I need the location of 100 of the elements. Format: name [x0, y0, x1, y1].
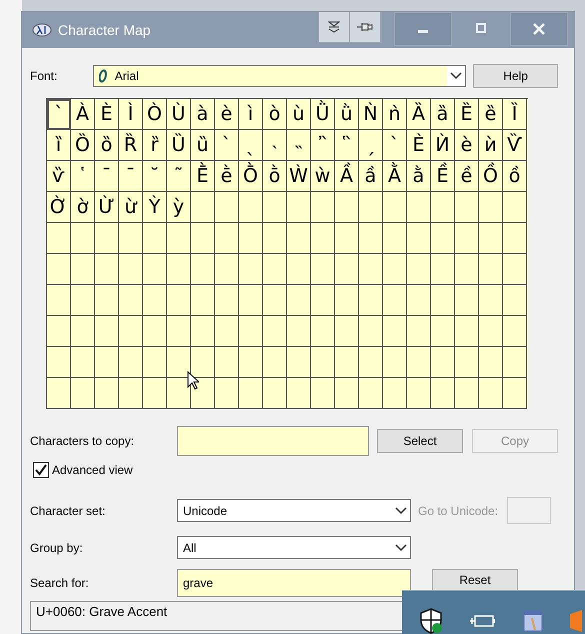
empty-cell[interactable] [143, 378, 167, 409]
empty-cell[interactable] [503, 316, 527, 347]
empty-cell[interactable] [239, 254, 263, 285]
empty-cell[interactable] [263, 285, 287, 316]
empty-cell[interactable] [47, 378, 71, 409]
empty-cell[interactable] [407, 347, 431, 378]
empty-cell[interactable] [431, 285, 455, 316]
character-cell[interactable]: Ằ [383, 161, 407, 192]
empty-cell[interactable] [359, 285, 383, 316]
empty-cell[interactable] [383, 316, 407, 347]
character-cell[interactable]: Ờ [47, 192, 71, 223]
character-cell[interactable]: ѷ [47, 161, 71, 192]
character-cell[interactable]: ȑ [143, 130, 167, 161]
empty-cell[interactable] [167, 223, 191, 254]
pin-button[interactable] [350, 12, 381, 42]
empty-cell[interactable] [215, 223, 239, 254]
character-cell[interactable]: à [191, 99, 215, 130]
empty-cell[interactable] [311, 223, 335, 254]
empty-cell[interactable] [263, 316, 287, 347]
empty-cell[interactable] [479, 254, 503, 285]
empty-cell[interactable] [263, 254, 287, 285]
character-cell[interactable]: Ȕ [167, 130, 191, 161]
empty-cell[interactable] [263, 192, 287, 223]
empty-cell[interactable] [407, 285, 431, 316]
empty-cell[interactable] [479, 223, 503, 254]
help-button[interactable]: Help [473, 64, 558, 88]
empty-cell[interactable] [119, 378, 143, 409]
empty-cell[interactable] [119, 285, 143, 316]
empty-cell[interactable] [335, 378, 359, 409]
group-by-dropdown[interactable]: All [177, 536, 411, 559]
empty-cell[interactable] [119, 347, 143, 378]
empty-cell[interactable] [311, 316, 335, 347]
character-cell[interactable]: Ề [431, 161, 455, 192]
character-cell[interactable]: ằ [407, 161, 431, 192]
empty-cell[interactable] [71, 347, 95, 378]
empty-cell[interactable] [215, 192, 239, 223]
close-button[interactable] [510, 12, 568, 46]
empty-cell[interactable] [503, 378, 527, 409]
empty-cell[interactable] [359, 378, 383, 409]
empty-cell[interactable] [71, 316, 95, 347]
empty-cell[interactable] [47, 254, 71, 285]
advanced-view-checkbox[interactable] [33, 462, 49, 478]
caret-icon[interactable] [395, 544, 407, 552]
empty-cell[interactable] [383, 192, 407, 223]
empty-cell[interactable] [383, 378, 407, 409]
empty-cell[interactable] [359, 316, 383, 347]
empty-cell[interactable] [455, 192, 479, 223]
character-cell[interactable]: Ѐ [407, 130, 431, 161]
empty-cell[interactable] [479, 347, 503, 378]
empty-cell[interactable] [383, 347, 407, 378]
character-cell[interactable]: ồ [503, 161, 527, 192]
character-grid[interactable]: ` À È Ì Ò Ù à è ì ò ù Ǜ ǜ Ǹ ǹ Ȁ ȁ Ȅ ȅ Ȉ ȉ Ȍ ȍ Ȑ ȑ Ȕ ȕ ˋ ˎ ˴ ˵ ῍ ῝ ˏ ` Ѐ Ѝ ѐ ѝ Ѷ ѷ ῾ ˉ ¯ ˘ ˜ Ḕ ḕ Ṑ ṑ Ẁ ẁ Ầ ầ Ằ ằ Ề ề Ồ ồ Ờ ờ Ừ ừ Ỳ ỳ [46, 98, 528, 409]
empty-cell[interactable] [287, 316, 311, 347]
empty-cell[interactable] [95, 254, 119, 285]
empty-cell[interactable] [407, 192, 431, 223]
empty-cell[interactable] [167, 316, 191, 347]
empty-cell[interactable] [455, 223, 479, 254]
empty-cell[interactable] [455, 347, 479, 378]
empty-cell[interactable] [431, 223, 455, 254]
empty-cell[interactable] [239, 223, 263, 254]
empty-cell[interactable] [239, 378, 263, 409]
character-cell[interactable]: ǜ [335, 99, 359, 130]
character-cell[interactable]: À [71, 99, 95, 130]
empty-cell[interactable] [311, 192, 335, 223]
empty-cell[interactable] [311, 347, 335, 378]
window-icon[interactable] [523, 610, 543, 632]
collapse-button[interactable] [319, 12, 350, 42]
empty-cell[interactable] [311, 378, 335, 409]
character-cell[interactable]: ȍ [95, 130, 119, 161]
empty-cell[interactable] [95, 223, 119, 254]
empty-cell[interactable] [191, 254, 215, 285]
empty-cell[interactable] [335, 316, 359, 347]
character-cell[interactable]: ì [239, 99, 263, 130]
empty-cell[interactable] [47, 316, 71, 347]
empty-cell[interactable] [215, 347, 239, 378]
character-set-dropdown[interactable]: Unicode [177, 499, 411, 522]
empty-cell[interactable] [335, 192, 359, 223]
empty-cell[interactable] [503, 285, 527, 316]
character-cell[interactable]: ˋ [215, 130, 239, 161]
empty-cell[interactable] [335, 285, 359, 316]
empty-cell[interactable] [215, 378, 239, 409]
character-cell[interactable]: Ồ [479, 161, 503, 192]
character-cell[interactable]: Ầ [335, 161, 359, 192]
characters-to-copy-field[interactable] [177, 426, 369, 456]
character-cell[interactable]: ǹ [383, 99, 407, 130]
empty-cell[interactable] [503, 192, 527, 223]
character-cell[interactable]: ῾ [71, 161, 95, 192]
character-cell[interactable]: Ǹ [359, 99, 383, 130]
empty-cell[interactable] [215, 254, 239, 285]
empty-cell[interactable] [191, 316, 215, 347]
font-dropdown[interactable]: Arial [92, 65, 466, 87]
character-cell[interactable]: Ừ [95, 192, 119, 223]
character-cell[interactable]: Ȅ [455, 99, 479, 130]
empty-cell[interactable] [359, 223, 383, 254]
empty-cell[interactable] [47, 285, 71, 316]
character-cell[interactable]: ȉ [47, 130, 71, 161]
empty-cell[interactable] [287, 285, 311, 316]
character-cell[interactable]: Ǜ [311, 99, 335, 130]
character-cell[interactable]: Ṑ [239, 161, 263, 192]
empty-cell[interactable] [143, 285, 167, 316]
